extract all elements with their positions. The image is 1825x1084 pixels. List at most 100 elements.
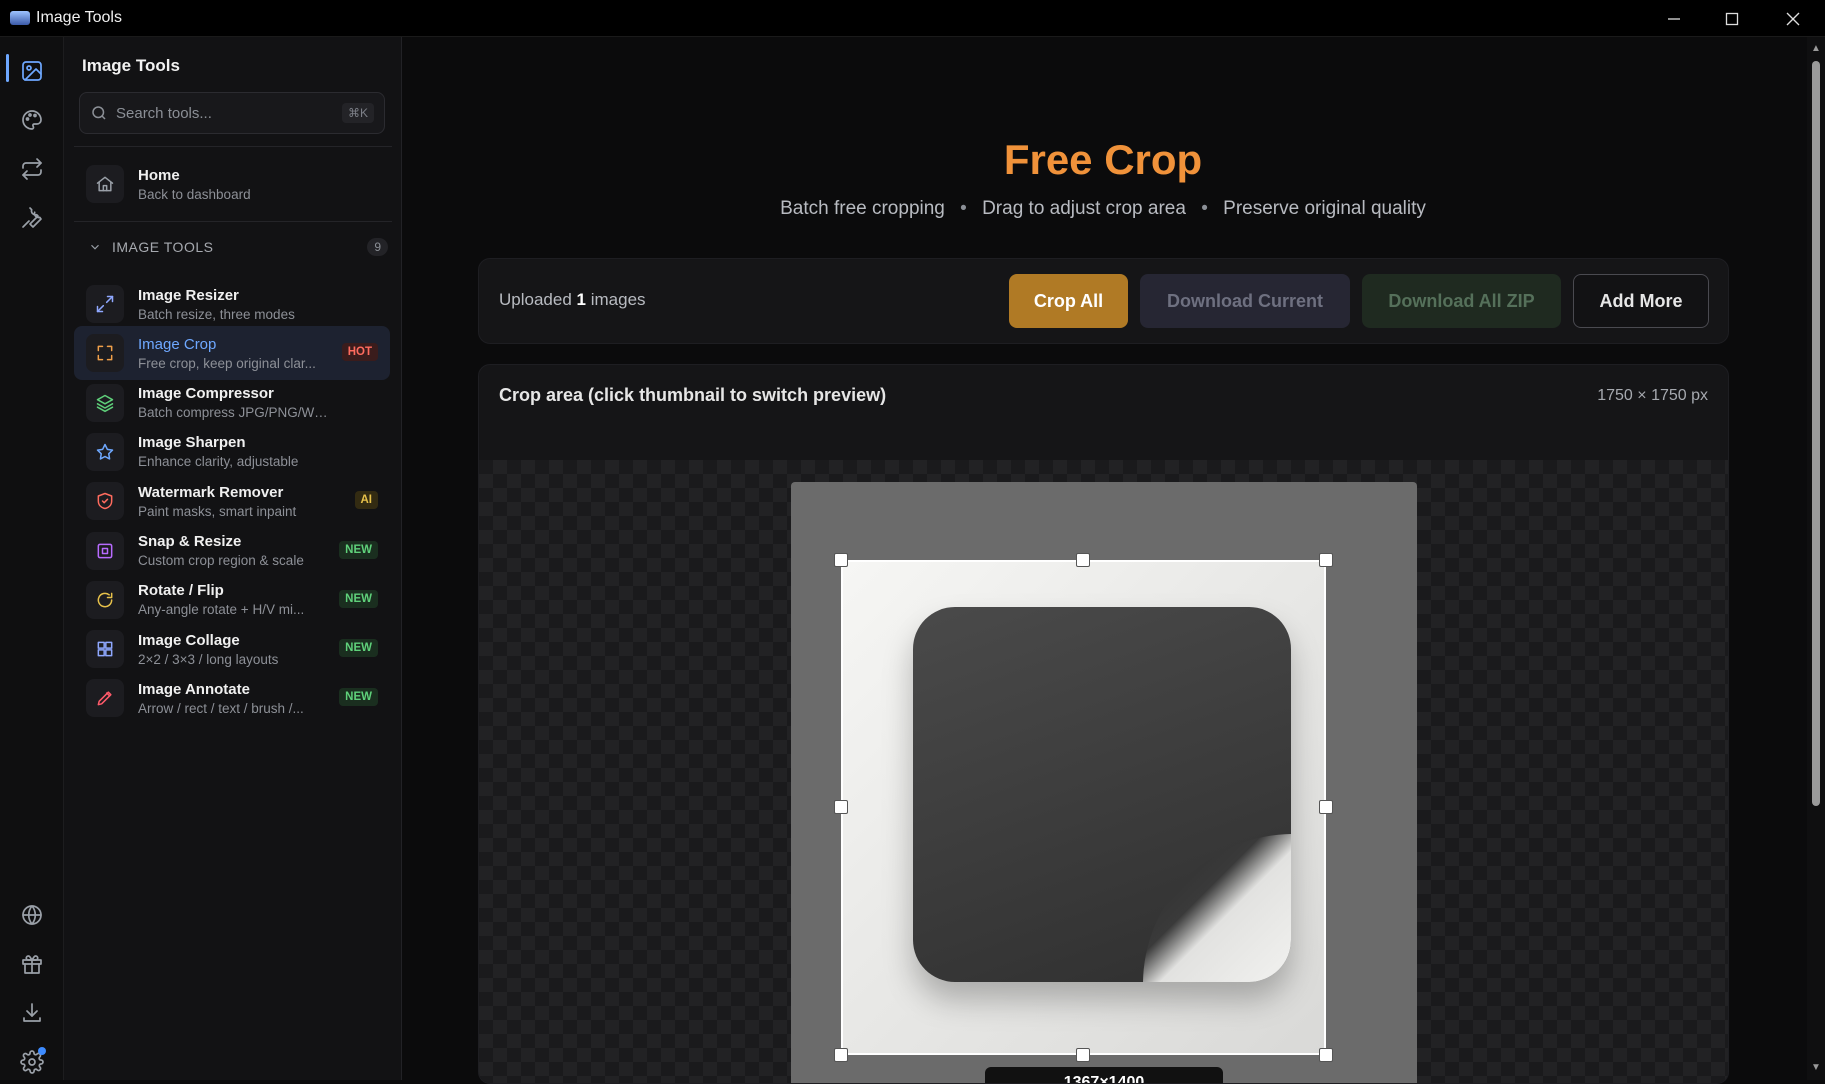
status-badge: NEW — [339, 540, 378, 559]
sidebar-item-label: Watermark Remover — [138, 483, 284, 501]
close-button[interactable] — [1764, 0, 1822, 37]
minimize-button[interactable] — [1645, 0, 1703, 37]
sidebar-item-snap-resize[interactable]: Snap & Resize Custom crop region & scale N… — [74, 524, 390, 578]
sidebar-item-label: Home — [138, 166, 180, 184]
page-subtitle: Batch free cropping • Drag to adjust cro… — [403, 198, 1803, 220]
scroll-up-arrow[interactable]: ▲ — [1810, 43, 1822, 55]
sidebar-item-desc: Custom crop region & scale — [138, 553, 304, 568]
image-content-sticker — [913, 607, 1291, 982]
globe-icon — [22, 905, 42, 925]
sidebar-item-desc: Batch resize, three modes — [138, 306, 295, 322]
shield-icon — [97, 492, 113, 510]
search-box[interactable]: ⌘K — [79, 92, 385, 134]
snap-icon — [97, 543, 113, 558]
rotate-icon — [97, 592, 113, 608]
sidebar-item-desc: Free crop, keep original clar... — [138, 355, 316, 371]
crop-handle-bottom-left[interactable] — [834, 1048, 848, 1062]
crop-handle-top[interactable] — [1076, 553, 1090, 567]
crop-canvas[interactable]: 1367×1400 — [479, 460, 1728, 1083]
rail-image-tools-button[interactable] — [12, 51, 52, 91]
download-current-button[interactable]: Download Current — [1140, 274, 1350, 328]
preview-image: 1367×1400 — [791, 482, 1417, 1083]
action-toolbar: Uploaded 1 images Crop All Download Curr… — [478, 258, 1729, 344]
search-input[interactable] — [116, 104, 326, 122]
sidebar-item-image-compressor[interactable]: Image Compressor Batch compress JPG/PNG/W… — [74, 376, 390, 430]
maximize-button[interactable] — [1703, 0, 1761, 37]
sidebar-item-image-resizer[interactable]: Image Resizer Batch resize, three modes — [74, 277, 390, 331]
divider — [74, 146, 392, 147]
gift-icon — [22, 955, 42, 974]
sidebar-item-desc: Paint masks, smart inpaint — [138, 503, 297, 519]
search-shortcut: ⌘K — [341, 103, 374, 123]
sidebar-item-label: Image Annotate — [138, 680, 250, 698]
home-icon — [96, 176, 114, 192]
crop-handle-top-right[interactable] — [1319, 553, 1333, 567]
download-icon — [23, 1003, 41, 1022]
repeat-icon — [22, 158, 42, 180]
rail-active-indicator — [6, 54, 9, 82]
layers-icon — [96, 394, 114, 412]
sidebar-item-desc: Back to dashboard — [138, 186, 251, 202]
status-badge: NEW — [339, 688, 378, 707]
sidebar-item-image-crop[interactable]: Image Crop Free crop, keep original clar.… — [74, 326, 390, 381]
crop-panel-header: Crop area (click thumbnail to switch pre… — [499, 385, 887, 405]
sidebar-item-desc: 2×2 / 3×3 / long layouts — [138, 651, 279, 667]
resize-icon — [96, 295, 114, 313]
scroll-down-arrow[interactable]: ▼ — [1810, 1062, 1822, 1074]
sidebar-item-image-sharpen[interactable]: Image Sharpen Enhance clarity, adjustable — [74, 425, 390, 479]
upload-count: 1 — [576, 290, 586, 309]
rail-palette-button[interactable] — [12, 100, 52, 140]
section-header-image-tools[interactable]: IMAGE TOOLS 9 — [88, 235, 388, 259]
status-badge: HOT — [341, 343, 378, 362]
add-more-button[interactable]: Add More — [1573, 274, 1709, 328]
crop-handle-left[interactable] — [834, 800, 848, 814]
sidebar-item-label: Rotate / Flip — [138, 582, 224, 600]
sidebar: Image Tools ⌘K Home Back to dashboard IM… — [64, 37, 402, 1080]
rail-language-button[interactable] — [12, 895, 52, 935]
divider — [74, 221, 392, 222]
scroll-thumb[interactable] — [1812, 61, 1820, 806]
crop-selection[interactable] — [841, 560, 1326, 1055]
sidebar-item-label: Image Collage — [138, 631, 240, 649]
title-bar: Image Tools — [0, 0, 1825, 37]
download-all-zip-button[interactable]: Download All ZIP — [1362, 274, 1561, 328]
crop-all-button[interactable]: Crop All — [1009, 274, 1128, 328]
sidebar-item-home[interactable]: Home Back to dashboard — [74, 157, 390, 211]
wrench-icon — [22, 207, 42, 228]
rail-settings-button[interactable] — [12, 1042, 52, 1082]
sidebar-item-rotate-flip[interactable]: Rotate / Flip Any-angle rotate + H/V mi..… — [74, 573, 390, 627]
search-icon — [92, 106, 106, 120]
status-badge: AI — [354, 491, 378, 510]
notification-dot — [38, 1047, 46, 1055]
crop-handle-top-left[interactable] — [834, 553, 848, 567]
subtitle-separator: • — [960, 198, 967, 219]
star-icon — [96, 443, 114, 460]
scrollbar[interactable]: ▲ ▼ — [1807, 37, 1825, 1080]
status-badge: NEW — [339, 589, 378, 608]
sidebar-item-label: Image Crop — [138, 335, 217, 353]
chevron-down-icon — [91, 244, 99, 250]
crop-handle-bottom-right[interactable] — [1319, 1048, 1333, 1062]
subtitle-part: Preserve original quality — [1223, 198, 1426, 219]
sidebar-item-watermark-remover[interactable]: Watermark Remover Paint masks, smart inpa… — [74, 474, 390, 528]
palette-icon — [22, 110, 42, 130]
rail-download-button[interactable] — [12, 993, 52, 1033]
image-dimensions: 1750 × 1750 px — [1597, 387, 1708, 404]
rail-convert-button[interactable] — [12, 149, 52, 189]
sidebar-title: Image Tools — [82, 56, 180, 75]
sidebar-item-desc: Batch compress JPG/PNG/WebP — [138, 405, 328, 421]
sidebar-item-label: Image Compressor — [138, 385, 274, 403]
crop-handle-right[interactable] — [1319, 800, 1333, 814]
rail-tools-button[interactable] — [12, 198, 52, 238]
grid-icon — [97, 641, 113, 657]
subtitle-part: Drag to adjust crop area — [982, 198, 1186, 219]
rail-gift-button[interactable] — [12, 944, 52, 984]
crop-size-label: 1367×1400 — [985, 1067, 1223, 1083]
crop-handle-bottom[interactable] — [1076, 1048, 1090, 1062]
minimize-icon — [1668, 17, 1680, 20]
sidebar-item-image-annotate[interactable]: Image Annotate Arrow / rect / text / brus… — [74, 671, 390, 725]
sidebar-item-desc: Arrow / rect / text / brush /... — [138, 700, 304, 716]
sidebar-item-image-collage[interactable]: Image Collage 2×2 / 3×3 / long layouts NEW — [74, 622, 390, 676]
subtitle-part: Batch free cropping — [780, 198, 945, 219]
crop-icon — [97, 345, 113, 361]
